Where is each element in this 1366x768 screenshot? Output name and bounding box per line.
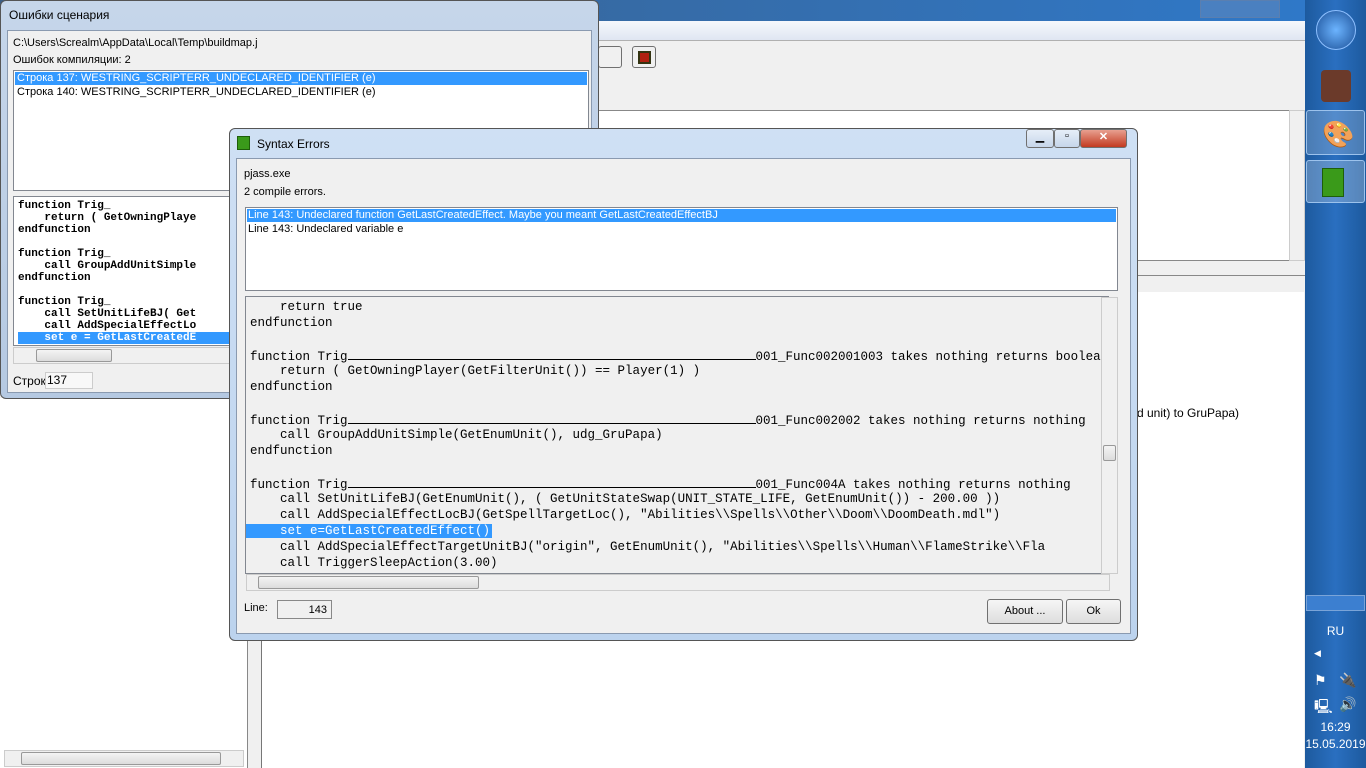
network-icon[interactable]: 🖳 [1314, 696, 1333, 720]
window-controls [1200, 0, 1280, 18]
taskbar: 🎨 RU ◀ ⚑ 🔌 🖳 🔊 16:29 15.05.2019 [1305, 0, 1366, 768]
language-indicator[interactable]: RU [1305, 624, 1366, 638]
code-line: call GroupAddUnitSimple(GetEnumUnit(), u… [250, 428, 663, 442]
error-count: Ошибок компиляции: 2 [13, 54, 131, 66]
code-line: function Trig 001_Func004A takes nothing … [250, 478, 1071, 492]
code-vscrollbar[interactable] [1101, 297, 1118, 574]
flag-icon[interactable]: ⚑ [1314, 672, 1327, 689]
line-field[interactable]: 137 [45, 372, 93, 389]
close-button[interactable]: ✕ [1080, 129, 1127, 148]
code-line: call AddSpecialEffectLocBJ(GetSpellTarge… [250, 508, 1001, 522]
error-list[interactable]: Line 143: Undeclared function GetLastCre… [245, 207, 1118, 291]
file-path: C:\Users\Screalm\AppData\Local\Temp\buil… [13, 37, 258, 49]
warcraft-taskbar-icon[interactable] [1321, 70, 1351, 102]
code-line: function Trig 001_Func002002 takes nothin… [250, 414, 1086, 428]
window-title: Ошибки сценария [9, 8, 110, 22]
start-button[interactable] [1316, 10, 1356, 50]
code-hscrollbar[interactable] [246, 574, 1110, 591]
error-count: 2 compile errors. [244, 186, 326, 198]
code-line: return true [250, 300, 363, 314]
ok-button[interactable]: Ok [1066, 599, 1121, 624]
code-line: set e=GetLastCreatedEffect() [246, 524, 1108, 540]
show-hidden-icons[interactable]: ◀ [1314, 648, 1321, 659]
line-field[interactable]: 143 [277, 600, 332, 619]
tree-hscrollbar[interactable] [4, 750, 244, 767]
toolbar-import-button[interactable] [598, 46, 622, 68]
jass-taskbar-button[interactable] [1306, 160, 1365, 203]
code-view[interactable]: return true endfunction function Trig 001_… [245, 296, 1109, 574]
volume-icon[interactable]: 🔊 [1339, 696, 1356, 713]
code-line: call AddSpecialEffectTargetUnitBJ("origi… [250, 540, 1046, 554]
code-line: endfunction [250, 444, 333, 458]
action-item[interactable]: d unit) to GruPapa) [1137, 406, 1239, 420]
code-line: call TriggerSleepAction(3.00) [250, 556, 498, 570]
paint-taskbar-button[interactable]: 🎨 [1306, 110, 1365, 155]
code-line: call SetUnitLifeBJ(GetEnumUnit(), ( GetU… [250, 492, 1001, 506]
code-line: endfunction [250, 316, 333, 330]
error-item[interactable]: Строка 140: WESTRING_SCRIPTERR_UNDECLARE… [15, 86, 587, 99]
dialog-title: Syntax Errors [257, 137, 330, 151]
error-item[interactable]: Line 143: Undeclared function GetLastCre… [247, 209, 1116, 222]
jass-icon [237, 136, 250, 150]
trigger-tree-panel[interactable] [0, 398, 248, 768]
code-line: return ( GetOwningPlayer(GetFilterUnit()… [250, 364, 701, 378]
maximize-button[interactable]: ▫ [1054, 129, 1080, 148]
power-icon[interactable]: 🔌 [1339, 672, 1356, 689]
jass-icon [1322, 168, 1344, 197]
line-label: Строк [13, 374, 46, 388]
line-label: Line: [244, 602, 268, 614]
about-button[interactable]: About ... [987, 599, 1063, 624]
taskbar-scroll[interactable] [1306, 595, 1365, 611]
toolbar-check-button[interactable] [632, 46, 656, 68]
error-item[interactable]: Строка 137: WESTRING_SCRIPTERR_UNDECLARE… [15, 72, 587, 85]
code-line: function Trig 001_Func002001003 takes not… [250, 350, 1109, 364]
clock-date[interactable]: 15.05.2019 [1305, 737, 1366, 751]
checkbox-icon [637, 51, 651, 64]
syntax-errors-dialog: Syntax Errors ▁ ▫ ✕ pjass.exe 2 compile … [229, 128, 1138, 641]
code-line: endfunction [250, 380, 333, 394]
compiler-name: pjass.exe [244, 168, 291, 180]
minimize-button[interactable]: ▁ [1026, 129, 1054, 148]
clock-time[interactable]: 16:29 [1305, 720, 1366, 734]
comment-vscrollbar[interactable] [1289, 110, 1305, 261]
error-item[interactable]: Line 143: Undeclared variable e [247, 223, 1116, 236]
palette-icon: 🎨 [1322, 119, 1355, 149]
